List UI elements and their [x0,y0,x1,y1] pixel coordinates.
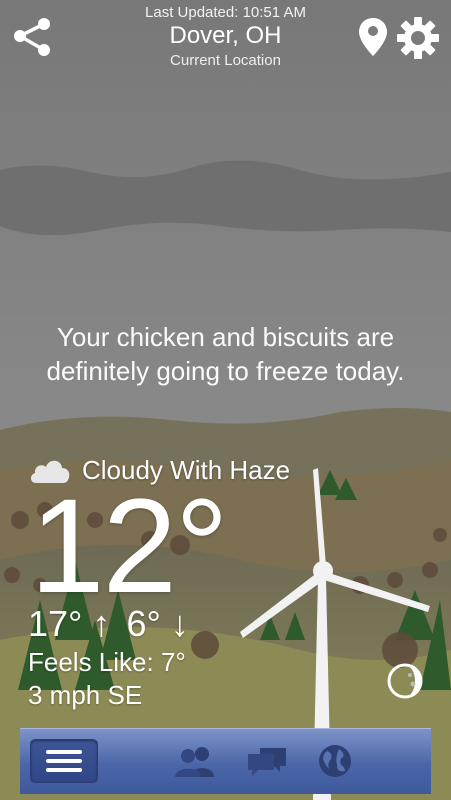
low-temperature: 6° ↓ [126,603,189,644]
tab-chat[interactable] [242,737,292,785]
tab-globe[interactable] [310,737,360,785]
chat-icon [248,748,286,776]
high-temperature: 17° ↑ [28,603,111,644]
friends-icon [175,747,214,777]
moon-phase-icon[interactable] [386,662,424,700]
feels-like-label: Feels Like: [28,647,154,677]
menu-button[interactable] [30,739,98,783]
tab-friends[interactable] [170,737,220,785]
high-low-temperatures: 17° ↑ 6° ↓ [28,603,189,645]
gear-icon[interactable] [396,16,440,60]
feels-like: Feels Like: 7° [28,647,186,678]
weather-tagline: Your chicken and biscuits are definitely… [46,322,405,386]
wind-speed: 3 mph SE [28,680,143,710]
globe-icon [319,745,351,777]
map-pin-icon[interactable] [356,16,390,58]
current-temperature: 12° [30,472,229,621]
menu-icon [46,750,82,772]
bottom-tab-bar [20,728,431,794]
feels-like-value: 7° [160,647,186,677]
top-bar: Last Updated: 10:51 AM Dover, OH Current… [0,0,451,80]
